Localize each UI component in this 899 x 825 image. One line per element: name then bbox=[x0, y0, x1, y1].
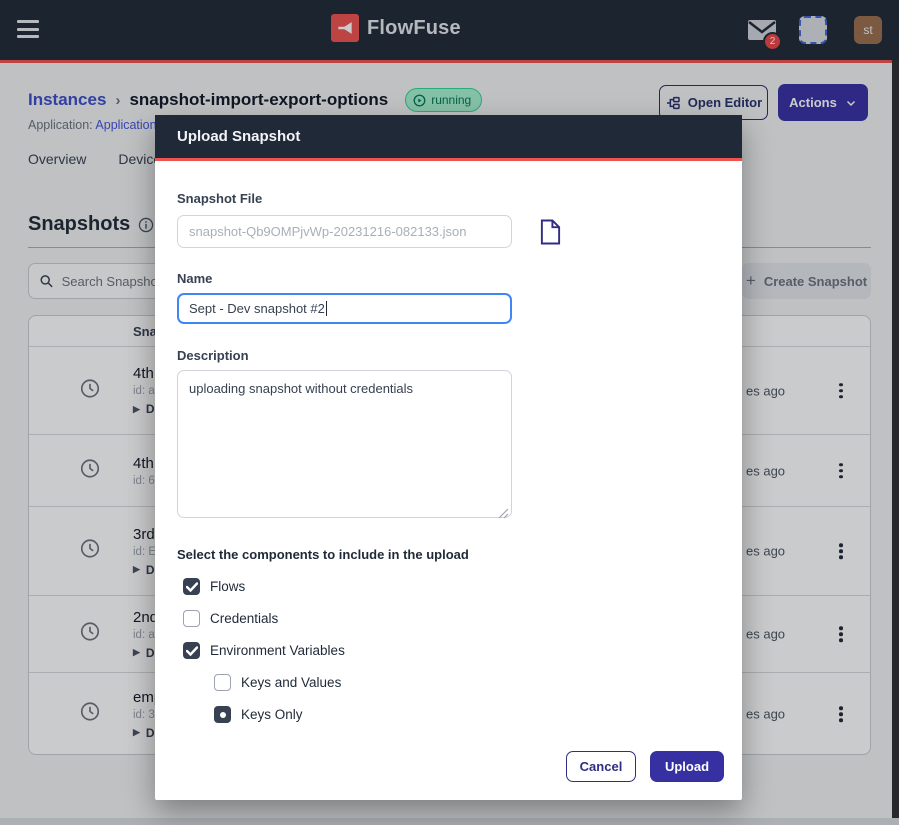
choose-file-button[interactable] bbox=[539, 218, 562, 246]
option-credentials[interactable]: Credentials bbox=[183, 610, 720, 627]
name-label: Name bbox=[177, 271, 720, 286]
option-keys-only[interactable]: Keys Only bbox=[214, 706, 720, 723]
components-label: Select the components to include in the … bbox=[177, 547, 720, 562]
description-label: Description bbox=[177, 348, 720, 363]
radio-checked-icon bbox=[214, 706, 231, 723]
name-input[interactable]: Sept - Dev snapshot #2 bbox=[177, 293, 512, 324]
snapshot-file-label: Snapshot File bbox=[177, 191, 262, 206]
dialog-title: Upload Snapshot bbox=[177, 128, 300, 145]
option-environment-variables[interactable]: Environment Variables bbox=[183, 642, 720, 659]
text-caret bbox=[326, 301, 328, 316]
dialog-header: Upload Snapshot bbox=[155, 115, 742, 158]
option-keys-and-values[interactable]: Keys and Values bbox=[214, 674, 720, 691]
document-icon bbox=[539, 218, 562, 246]
upload-snapshot-dialog: Upload Snapshot Snapshot File Name Sept … bbox=[155, 115, 742, 800]
window-right-edge bbox=[892, 60, 899, 818]
components-options: Flows Credentials Environment Variables … bbox=[183, 578, 720, 723]
dialog-body: Snapshot File Name Sept - Dev snapshot #… bbox=[155, 161, 742, 800]
radio-unchecked-icon bbox=[214, 674, 231, 691]
checkbox-unchecked-icon bbox=[183, 610, 200, 627]
option-flows[interactable]: Flows bbox=[183, 578, 720, 595]
checkbox-checked-icon bbox=[183, 642, 200, 659]
upload-button[interactable]: Upload bbox=[650, 751, 724, 782]
cancel-button[interactable]: Cancel bbox=[566, 751, 636, 782]
checkbox-checked-icon bbox=[183, 578, 200, 595]
snapshot-file-input[interactable] bbox=[177, 215, 512, 248]
description-textarea[interactable] bbox=[177, 370, 512, 518]
dialog-footer: Cancel Upload bbox=[566, 751, 724, 782]
